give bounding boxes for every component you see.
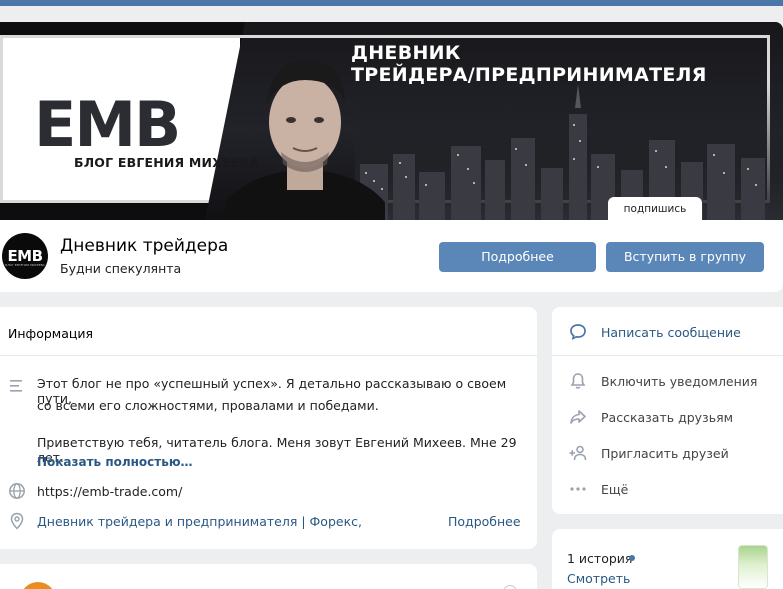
group-status: Будни спекулянта — [60, 261, 182, 276]
description-icon — [10, 380, 22, 392]
info-title: Информация — [8, 326, 94, 341]
send-message-action[interactable]: Написать сообщение — [552, 317, 783, 347]
show-more-link[interactable]: Показать полностью… — [37, 455, 193, 469]
more-info-button[interactable]: Подробнее — [439, 242, 596, 272]
about-text-line2: со всеми его сложностями, провалами и по… — [37, 398, 379, 413]
city-skyline-graphic — [355, 84, 783, 220]
group-header-card: EMB БЛОГ ЕВГЕНИЯ МИХЕЕВА ДНЕВНИК ТРЕЙДЕР… — [0, 22, 783, 292]
place-link[interactable]: Дневник трейдера и предпринимателя | Фор… — [37, 514, 362, 529]
share-arrow-icon — [570, 410, 586, 424]
enable-notifications-action[interactable]: Включить уведомления — [552, 366, 783, 396]
message-bubble-icon — [570, 324, 586, 341]
cover-image: EMB БЛОГ ЕВГЕНИЯ МИХЕЕВА ДНЕВНИК ТРЕЙДЕР… — [0, 22, 783, 220]
more-actions-button[interactable]: Ещё — [552, 474, 783, 504]
share-action[interactable]: Рассказать друзьям — [552, 402, 783, 432]
wall-post-card — [0, 564, 537, 589]
info-card: Информация Этот блог не про «успешный ус… — [0, 307, 537, 549]
group-avatar[interactable]: EMB БЛОГ ЕВГЕНИЯ МИХЕЕВА — [2, 233, 48, 279]
story-thumbnail[interactable] — [738, 545, 768, 589]
bell-icon — [570, 373, 586, 389]
enable-notifications-label: Включить уведомления — [601, 374, 758, 389]
actions-card: Написать сообщение Включить уведомления … — [552, 307, 783, 514]
subscribe-tab[interactable]: подпишись — [608, 197, 702, 220]
post-author-avatar[interactable] — [20, 582, 56, 589]
globe-icon — [9, 483, 25, 499]
more-actions-label: Ещё — [601, 482, 629, 497]
new-story-dot — [629, 555, 635, 561]
send-message-label: Написать сообщение — [601, 325, 741, 340]
cover-headline-line1: ДНЕВНИК — [351, 42, 461, 64]
avatar-logo-subtitle: БЛОГ ЕВГЕНИЯ МИХЕЕВА — [5, 263, 45, 267]
share-label: Рассказать друзьям — [601, 410, 734, 425]
view-stories-link[interactable]: Смотреть — [567, 571, 630, 586]
join-group-button[interactable]: Вступить в группу — [606, 242, 764, 272]
post-menu-icon[interactable] — [503, 585, 517, 589]
stories-card: 1 история Смотреть — [552, 529, 783, 589]
website-link[interactable]: https://emb-trade.com/ — [37, 484, 182, 499]
invite-friends-label: Пригласить друзей — [601, 446, 729, 461]
cover-headline-line2: ТРЕЙДЕРА/ПРЕДПРИНИМАТЕЛЯ — [351, 64, 707, 86]
info-divider — [0, 355, 537, 356]
top-nav-bar — [0, 0, 783, 6]
location-pin-icon — [10, 512, 24, 530]
group-name: Дневник трейдера — [60, 236, 229, 256]
add-user-icon — [569, 445, 587, 461]
cover-logo: EMB — [34, 88, 181, 161]
place-more-link[interactable]: Подробнее — [448, 514, 521, 529]
more-dots-icon — [570, 487, 586, 491]
actions-divider — [552, 355, 783, 356]
invite-friends-action[interactable]: Пригласить друзей — [552, 438, 783, 468]
stories-count: 1 история — [567, 551, 633, 566]
